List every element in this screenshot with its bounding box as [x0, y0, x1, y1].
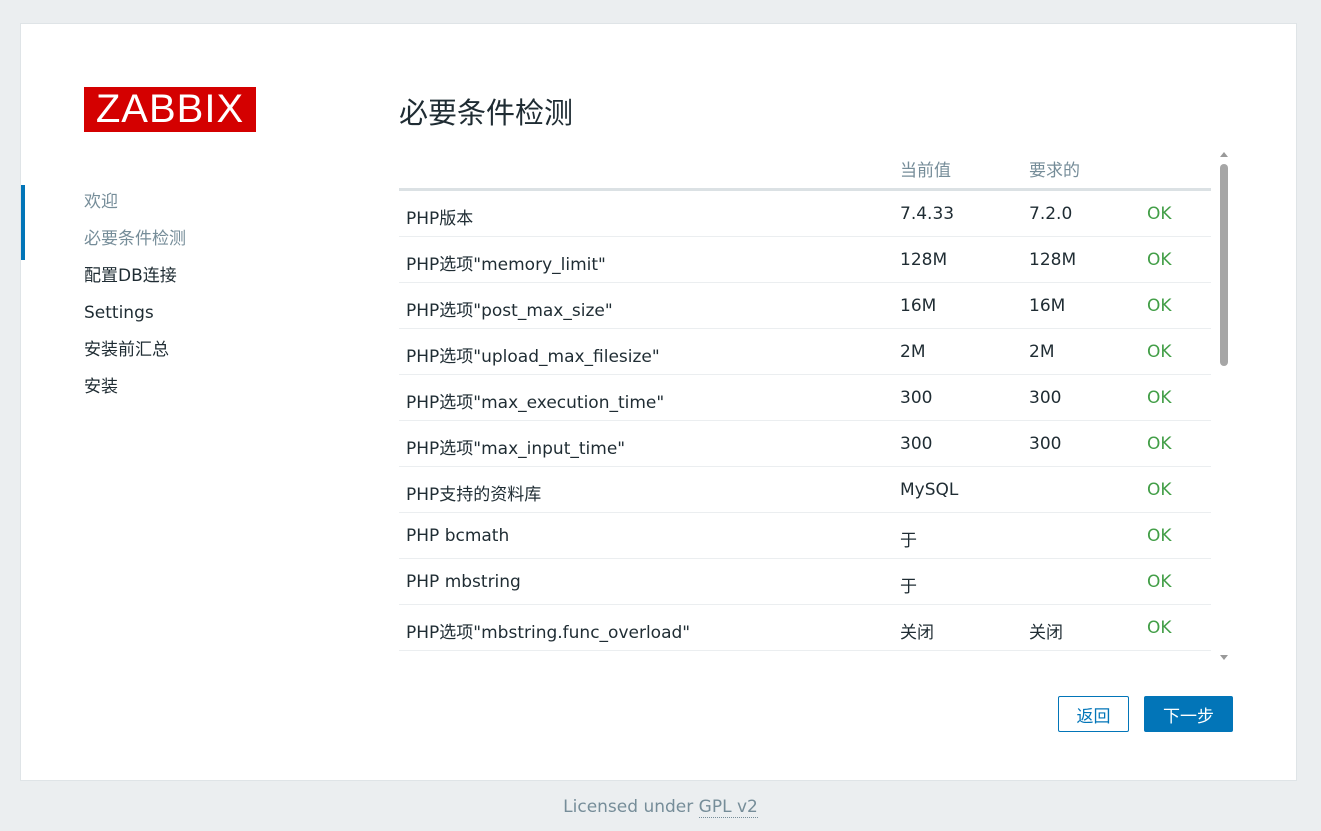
status-ok: OK	[1147, 342, 1172, 362]
table-row: PHP mbstring 于 OK	[399, 559, 1211, 605]
back-button[interactable]: 返回	[1058, 696, 1129, 732]
current-value: 16M	[900, 296, 937, 316]
required-value: 300	[1029, 388, 1062, 408]
next-step-button[interactable]: 下一步	[1144, 696, 1233, 732]
current-value: 7.4.33	[900, 204, 955, 224]
requirement-name: PHP选项"max_execution_time"	[406, 393, 665, 413]
nav-step-db-connection[interactable]: 配置DB连接	[21, 258, 341, 295]
status-ok: OK	[1147, 204, 1172, 224]
requirement-name: PHP版本	[406, 209, 474, 229]
requirement-name: PHP bcmath	[406, 526, 510, 546]
header-required: 要求的	[1029, 161, 1080, 181]
table-scrollbar[interactable]	[1218, 150, 1230, 662]
table-row: PHP选项"max_execution_time" 300 300 OK	[399, 375, 1211, 421]
requirement-name: PHP选项"mbstring.func_overload"	[406, 623, 691, 643]
table-row: PHP选项"mbstring.func_overload" 关闭 关闭 OK	[399, 605, 1211, 651]
requirement-name: PHP选项"memory_limit"	[406, 255, 606, 275]
current-value: 128M	[900, 250, 948, 270]
status-ok: OK	[1147, 434, 1172, 454]
footer-license: Licensed under GPL v2	[0, 797, 1321, 818]
current-value: MySQL	[900, 480, 959, 500]
table-row: PHP选项"max_input_time" 300 300 OK	[399, 421, 1211, 467]
required-value: 16M	[1029, 296, 1066, 316]
status-ok: OK	[1147, 572, 1172, 592]
status-ok: OK	[1147, 480, 1172, 500]
table-row: PHP选项"post_max_size" 16M 16M OK	[399, 283, 1211, 329]
scroll-up-arrow-icon[interactable]	[1220, 152, 1228, 157]
status-ok: OK	[1147, 526, 1172, 546]
requirement-name: PHP选项"max_input_time"	[406, 439, 626, 459]
table-row: PHP bcmath 于 OK	[399, 513, 1211, 559]
status-ok: OK	[1147, 618, 1172, 638]
table-row: PHP支持的资料库 MySQL OK	[399, 467, 1211, 513]
requirement-name: PHP支持的资料库	[406, 485, 542, 505]
page-title: 必要条件检测	[399, 96, 574, 130]
nav-step-welcome[interactable]: 欢迎	[21, 184, 341, 221]
requirement-name: PHP选项"upload_max_filesize"	[406, 347, 660, 367]
scrollbar-thumb[interactable]	[1220, 164, 1228, 366]
table-header: 当前值 要求的	[399, 148, 1211, 191]
current-value: 2M	[900, 342, 926, 362]
zabbix-logo: ZABBIX	[84, 87, 256, 132]
setup-steps-nav: 欢迎 必要条件检测 配置DB连接 Settings 安装前汇总 安装	[21, 184, 341, 406]
header-current-value: 当前值	[900, 161, 951, 181]
required-value: 2M	[1029, 342, 1055, 362]
nav-step-prerequisites[interactable]: 必要条件检测	[21, 221, 341, 258]
current-value: 关闭	[900, 623, 934, 643]
status-ok: OK	[1147, 388, 1172, 408]
required-value: 300	[1029, 434, 1062, 454]
table-row: PHP选项"upload_max_filesize" 2M 2M OK	[399, 329, 1211, 375]
nav-step-settings[interactable]: Settings	[21, 295, 341, 332]
status-ok: OK	[1147, 296, 1172, 316]
prerequisites-table[interactable]: 当前值 要求的 PHP版本 7.4.33 7.2.0 OK PHP选项"memory_l…	[399, 148, 1211, 656]
requirement-name: PHP选项"post_max_size"	[406, 301, 613, 321]
required-value: 128M	[1029, 250, 1077, 270]
current-value: 于	[900, 577, 917, 597]
nav-step-install[interactable]: 安装	[21, 369, 341, 406]
footer-license-text: Licensed under	[563, 797, 699, 817]
table-row: PHP版本 7.4.33 7.2.0 OK	[399, 191, 1211, 237]
logo-text: ZABBIX	[95, 87, 245, 131]
current-value: 300	[900, 388, 933, 408]
required-value: 关闭	[1029, 623, 1063, 643]
gpl-license-link[interactable]: GPL v2	[698, 797, 758, 818]
setup-card: ZABBIX 欢迎 必要条件检测 配置DB连接 Settings 安装前汇总 安…	[20, 23, 1297, 781]
table-row: PHP选项"memory_limit" 128M 128M OK	[399, 237, 1211, 283]
current-value: 300	[900, 434, 933, 454]
required-value: 7.2.0	[1029, 204, 1073, 224]
requirement-name: PHP mbstring	[406, 572, 521, 592]
nav-step-summary[interactable]: 安装前汇总	[21, 332, 341, 369]
status-ok: OK	[1147, 250, 1172, 270]
current-value: 于	[900, 531, 917, 551]
scroll-down-arrow-icon[interactable]	[1220, 655, 1228, 660]
